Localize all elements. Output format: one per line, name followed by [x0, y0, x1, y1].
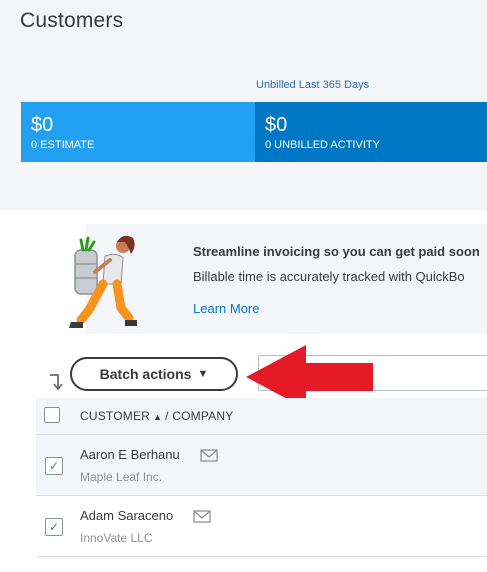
company-column-label: / COMPANY [165, 409, 234, 423]
sort-down-arrow-icon[interactable] [46, 372, 64, 392]
company-name: InnoVate LLC [80, 531, 153, 545]
estimate-label: 0 ESTIMATE [31, 139, 95, 151]
customer-column-label: CUSTOMER [80, 409, 151, 423]
promo-headline: Streamline invoicing so you can get paid… [193, 244, 480, 259]
table-header: CUSTOMER ▲ / COMPANY [36, 398, 487, 435]
envelope-icon[interactable] [200, 449, 218, 462]
unbilled-amount: $0 [265, 114, 288, 136]
money-bar: $0 0 ESTIMATE $0 0 UNBILLED ACTIVITY [21, 102, 487, 162]
select-all-checkbox[interactable] [44, 407, 60, 423]
envelope-icon[interactable] [193, 510, 211, 523]
table-row[interactable]: ✓ Aaron E Berhanu Maple Leaf Inc. [36, 435, 487, 496]
page-title: Customers [20, 9, 124, 32]
row-checkbox[interactable]: ✓ [45, 457, 63, 475]
customer-company-column-header[interactable]: CUSTOMER ▲ / COMPANY [80, 409, 233, 423]
unbilled-activity-segment[interactable]: $0 0 UNBILLED ACTIVITY [255, 102, 487, 162]
batch-actions-label: Batch actions [99, 366, 192, 382]
customer-name[interactable]: Adam Saraceno [80, 508, 173, 523]
promo-body: Billable time is accurately tracked with… [193, 269, 465, 284]
estimate-amount: $0 [31, 114, 54, 136]
sort-ascending-icon: ▲ [153, 412, 163, 422]
estimate-segment[interactable]: $0 0 ESTIMATE [21, 102, 255, 162]
company-name: Maple Leaf Inc. [80, 470, 163, 484]
unbilled-period-caption: Unbilled Last 365 Days [256, 79, 370, 91]
batch-actions-button[interactable]: Batch actions ▼ [70, 357, 238, 391]
summary-panel: Customers Unbilled Last 365 Days $0 0 ES… [0, 0, 487, 210]
table-row[interactable]: ✓ Adam Saraceno InnoVate LLC [36, 496, 487, 557]
caret-down-icon: ▼ [197, 368, 209, 380]
checkmark-icon: ✓ [48, 459, 60, 473]
learn-more-link[interactable]: Learn More [193, 301, 259, 316]
checkmark-icon: ✓ [48, 520, 60, 534]
person-carrying-box-illustration [69, 235, 137, 328]
unbilled-label: 0 UNBILLED ACTIVITY [265, 139, 380, 151]
row-checkbox[interactable]: ✓ [45, 518, 63, 536]
customer-name[interactable]: Aaron E Berhanu [80, 447, 180, 462]
